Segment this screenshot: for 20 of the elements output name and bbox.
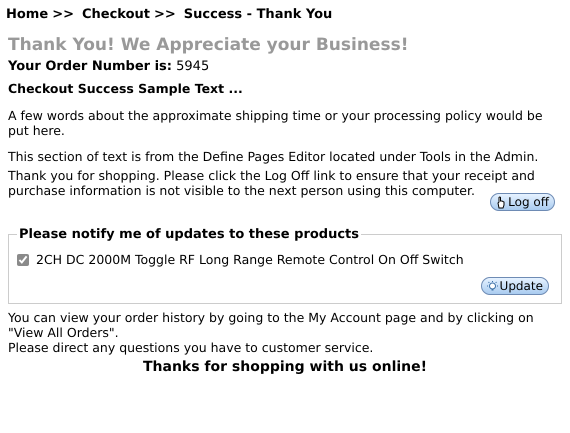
breadcrumb-link[interactable]: Checkout <box>82 5 150 24</box>
page-heading: Thank You! We Appreciate your Business! <box>8 34 410 56</box>
breadcrumb-separator: >> <box>52 6 74 24</box>
log-off-button[interactable]: Log off <box>490 193 555 211</box>
paragraph: A few words about the approximate shipping time or your processing policy would be put here. <box>8 108 544 138</box>
notify-checkbox[interactable] <box>17 254 29 266</box>
update-button[interactable]: Update <box>480 277 549 296</box>
paragraph: You can view your order history by going to the My Account page and by clicking on "View All Orders". <box>8 310 535 340</box>
breadcrumb-link[interactable]: Success - Thank You <box>184 5 332 24</box>
panel-legend: Please notify me of updates to these products <box>17 225 362 244</box>
paragraph: This section of text is from the Define Pages Editor located under Tools in the Admin. <box>8 149 540 164</box>
closing-message: Thanks for shopping with us online! <box>142 358 428 378</box>
bulb-icon <box>486 280 498 292</box>
paragraph: Please direct any questions you have to customer service. <box>8 340 374 356</box>
breadcrumb-link[interactable]: Home <box>6 5 48 24</box>
product-label: 2CH DC 2000M Toggle RF Long Range Remote Control On Off Switch <box>36 250 464 269</box>
breadcrumb-separator: >> <box>154 6 176 24</box>
order-number: Your Order Number is: 5945 <box>8 58 210 76</box>
section-heading: Checkout Success Sample Text ... <box>8 80 244 98</box>
hand-icon <box>496 196 506 208</box>
